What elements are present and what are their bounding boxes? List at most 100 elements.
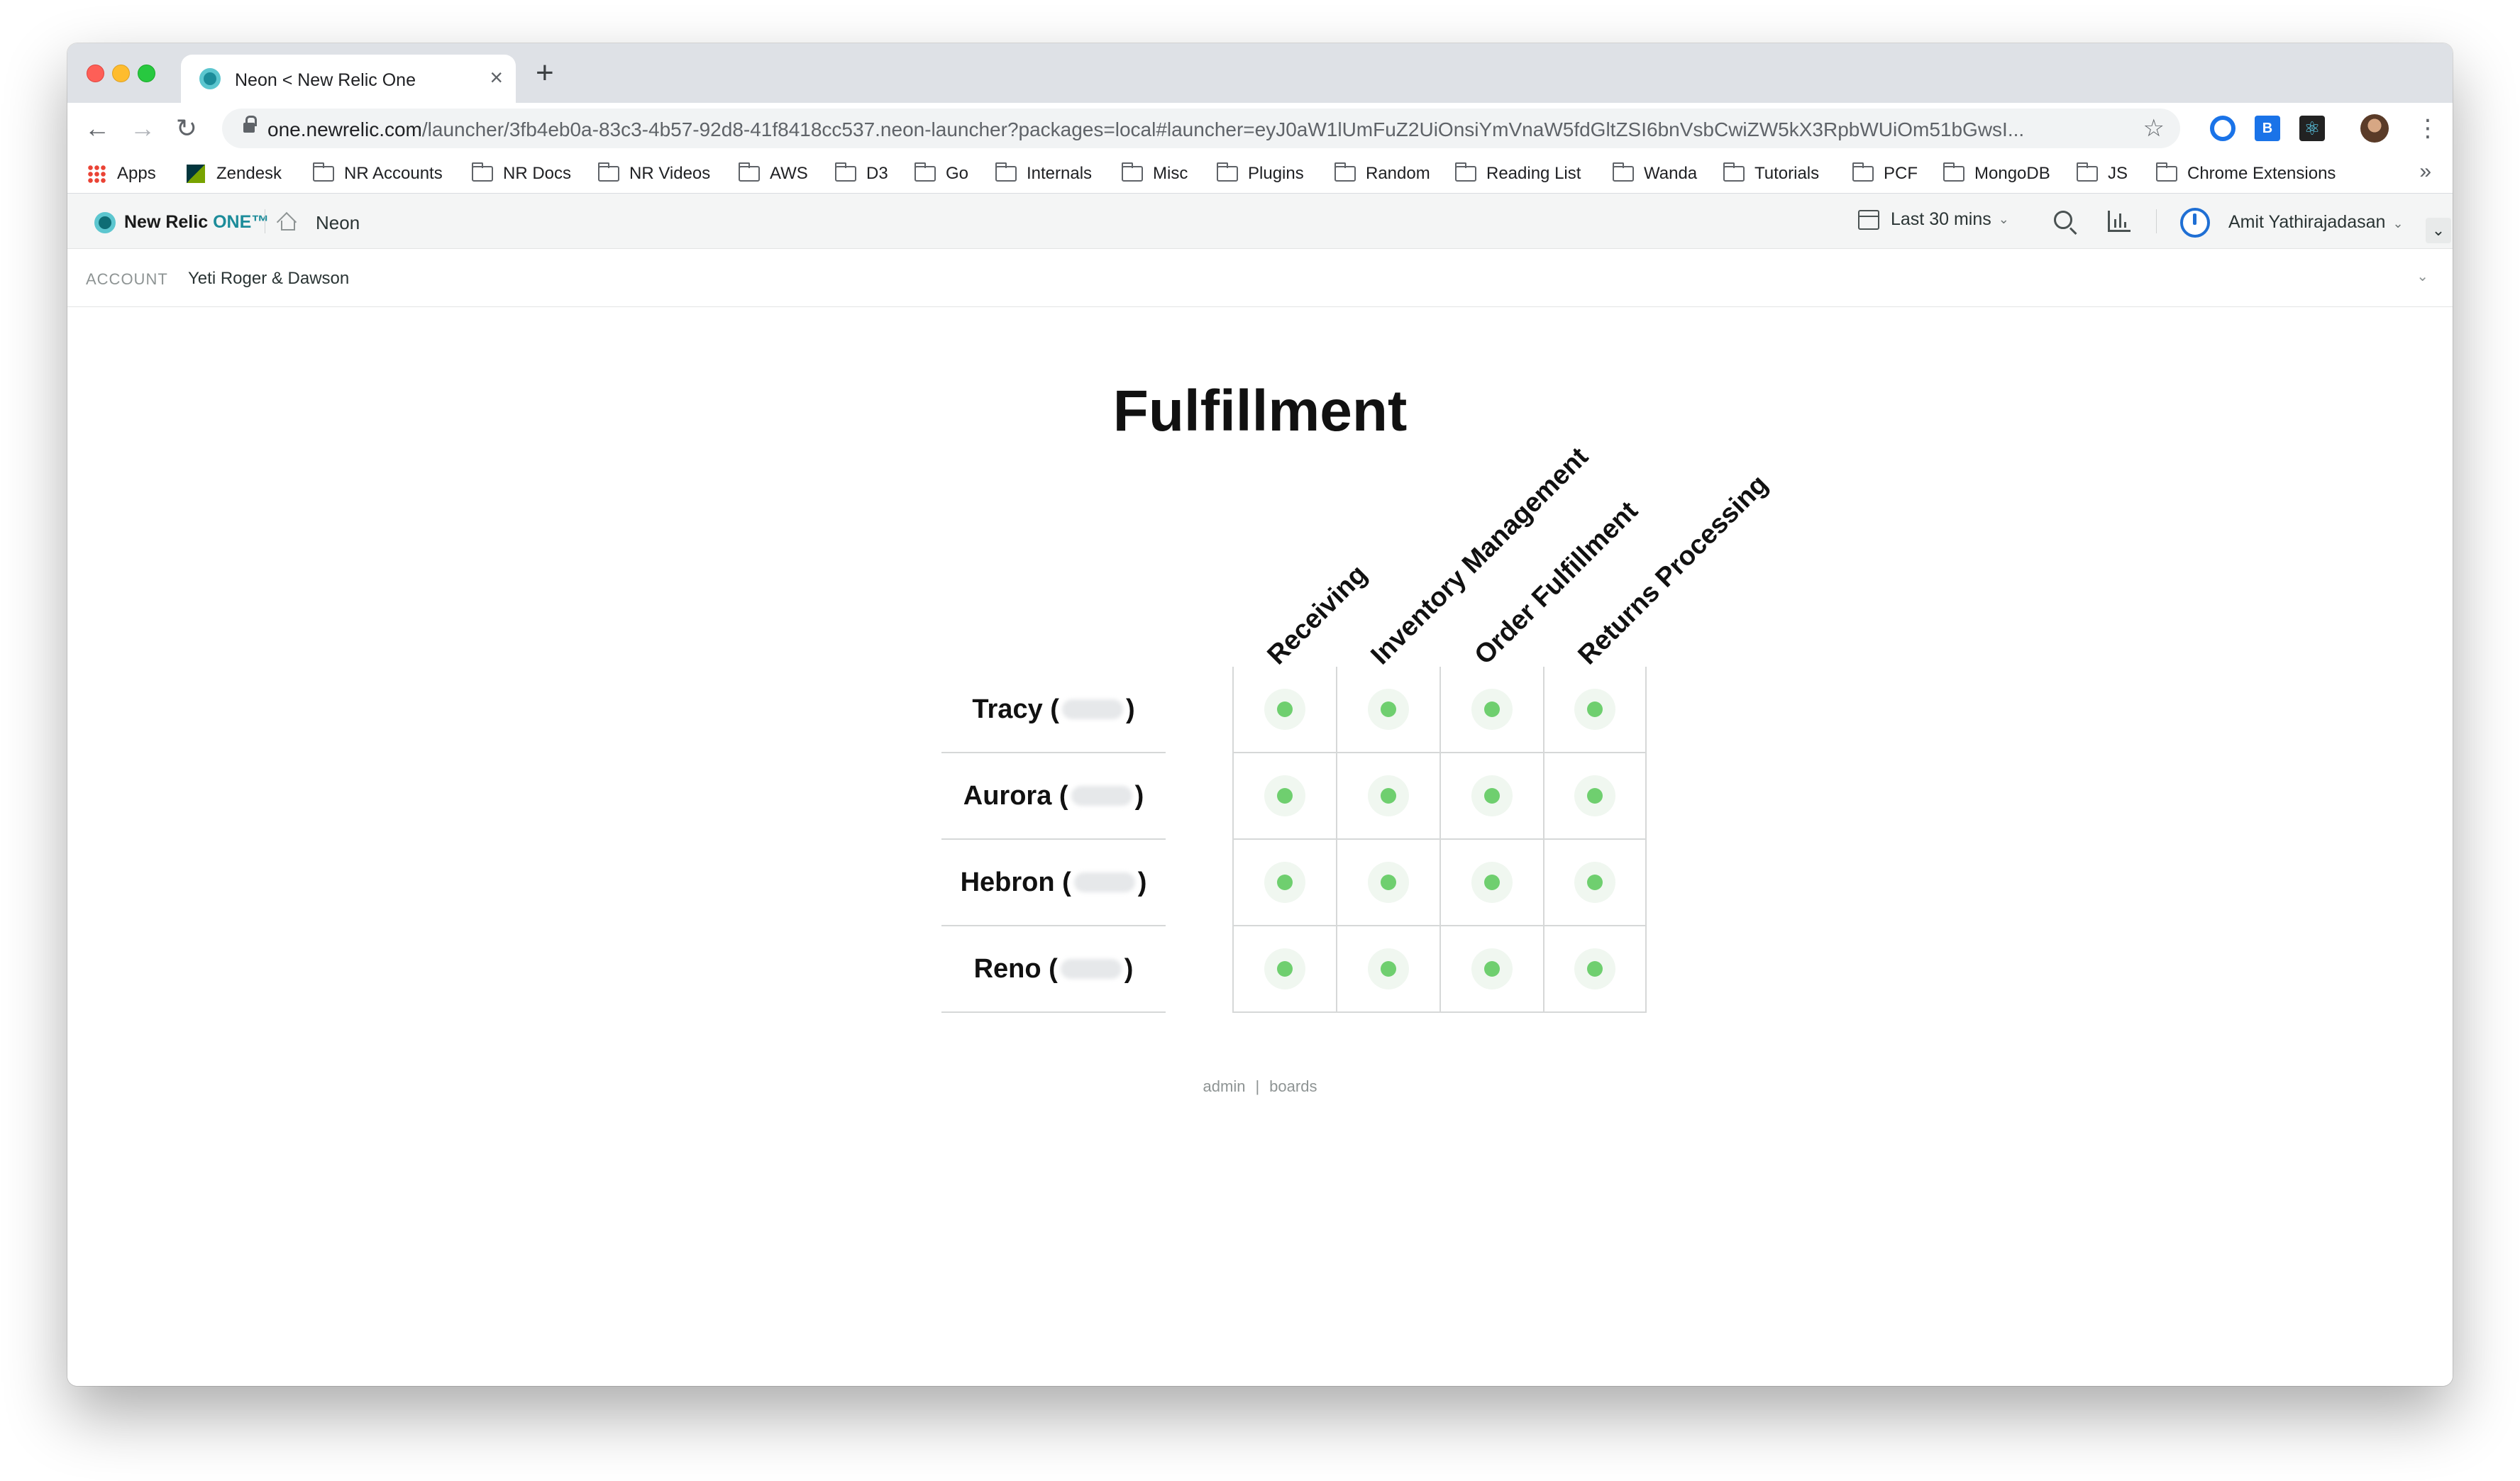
account-picker[interactable]: ACCOUNT Yeti Roger & Dawson ⌄: [67, 249, 2453, 307]
status-cell[interactable]: [1543, 840, 1647, 926]
admin-link[interactable]: admin: [1203, 1077, 1246, 1095]
status-cell[interactable]: [1439, 926, 1543, 1013]
bookmark-folder[interactable]: JS: [2077, 161, 2128, 187]
bookmarks-overflow-button[interactable]: »: [2419, 160, 2431, 184]
back-arrow-icon[interactable]: ←: [82, 113, 113, 144]
status-dot-ok: [1277, 788, 1293, 804]
status-cell[interactable]: [1232, 926, 1336, 1013]
status-cell[interactable]: [1232, 753, 1336, 840]
status-cell[interactable]: [1336, 667, 1439, 753]
address-bar[interactable]: one.newrelic.com/launcher/3fb4eb0a-83c3-…: [222, 109, 2180, 148]
status-cell[interactable]: [1336, 840, 1439, 926]
bookmark-folder[interactable]: D3: [835, 161, 888, 187]
status-cell[interactable]: [1336, 753, 1439, 840]
query-builder-chart-icon[interactable]: [2108, 211, 2131, 232]
bookmark-folder[interactable]: Wanda: [1613, 161, 1697, 187]
lock-icon[interactable]: [243, 116, 257, 135]
status-cell[interactable]: [1543, 753, 1647, 840]
row-label-tracy: Tracy (): [941, 667, 1166, 753]
redacted-id: [1060, 959, 1122, 979]
boards-link[interactable]: boards: [1269, 1077, 1317, 1095]
new-relic-logo-icon[interactable]: [94, 212, 116, 233]
footer-separator: |: [1255, 1077, 1260, 1095]
calendar-icon: [1858, 209, 1879, 230]
footer-links: admin | boards: [67, 1077, 2453, 1096]
folder-icon: [2077, 162, 2098, 182]
bookmark-folder[interactable]: Misc: [1122, 161, 1188, 187]
url-text[interactable]: one.newrelic.com/launcher/3fb4eb0a-83c3-…: [267, 118, 2105, 141]
redacted-id: [1073, 872, 1135, 892]
bookmark-apps[interactable]: Apps: [87, 161, 156, 187]
forward-arrow-icon[interactable]: →: [127, 113, 158, 144]
browser-window: Neon < New Relic One × + ← → ↻ one.newre…: [67, 43, 2453, 1386]
extension-video-icon[interactable]: B: [2255, 116, 2280, 141]
user-menu[interactable]: Amit Yathirajadasan ⌄: [2228, 212, 2404, 233]
bookmark-folder[interactable]: Random: [1334, 161, 1430, 187]
react-devtools-icon[interactable]: ⚛: [2299, 116, 2325, 141]
bookmarks-bar: Apps Zendesk NR Accounts NR Docs NR Vide…: [67, 154, 2453, 194]
bookmark-folder[interactable]: NR Accounts: [313, 161, 443, 187]
bookmark-folder[interactable]: Plugins: [1217, 161, 1304, 187]
row-label-reno: Reno (): [941, 926, 1166, 1013]
folder-icon: [1852, 162, 1874, 182]
status-grid: Receiving Inventory Management Order Ful…: [941, 307, 1774, 1016]
bookmark-folder[interactable]: Go: [914, 161, 968, 187]
bookmark-folder[interactable]: NR Docs: [472, 161, 571, 187]
breadcrumb[interactable]: Neon: [316, 212, 360, 234]
bookmark-folder[interactable]: Chrome Extensions: [2156, 161, 2336, 187]
new-tab-button[interactable]: +: [536, 55, 554, 91]
browser-menu-icon[interactable]: ⋮: [2416, 113, 2440, 144]
bookmark-folder[interactable]: Tutorials: [1723, 161, 1819, 187]
status-cell[interactable]: [1232, 667, 1336, 753]
profile-avatar[interactable]: [2360, 114, 2389, 143]
new-relic-logo[interactable]: New Relic ONE™: [124, 212, 269, 233]
url-host: one.newrelic.com: [267, 118, 422, 140]
status-cell[interactable]: [1543, 667, 1647, 753]
folder-icon: [1455, 162, 1476, 182]
status-dot-ok: [1277, 875, 1293, 890]
status-dot-ok: [1381, 961, 1396, 977]
browser-tab-active[interactable]: Neon < New Relic One ×: [181, 55, 516, 103]
minimize-window-button[interactable]: [112, 65, 130, 82]
bookmark-folder[interactable]: Internals: [995, 161, 1092, 187]
bookmark-folder[interactable]: AWS: [739, 161, 808, 187]
status-cell[interactable]: [1439, 667, 1543, 753]
reload-icon[interactable]: ↻: [171, 113, 202, 144]
redacted-id: [1071, 786, 1132, 806]
bookmark-star-icon[interactable]: ☆: [2143, 114, 2165, 143]
home-icon[interactable]: [277, 212, 296, 231]
bookmark-folder[interactable]: MongoDB: [1943, 161, 2050, 187]
chevron-down-icon: ⌄: [1998, 212, 2009, 226]
search-icon[interactable]: [2054, 211, 2072, 229]
divider: [2156, 209, 2157, 233]
status-cell[interactable]: [1232, 840, 1336, 926]
folder-icon: [313, 162, 334, 182]
status-dot-ok: [1484, 875, 1500, 890]
bookmark-zendesk[interactable]: Zendesk: [187, 161, 282, 187]
status-cell[interactable]: [1336, 926, 1439, 1013]
status-dot-ok: [1587, 788, 1603, 804]
maximize-window-button[interactable]: [138, 65, 155, 82]
tab-close-icon[interactable]: ×: [490, 65, 503, 90]
folder-icon: [1943, 162, 1964, 182]
bookmark-folder[interactable]: PCF: [1852, 161, 1918, 187]
status-cell[interactable]: [1543, 926, 1647, 1013]
folder-icon: [1613, 162, 1634, 182]
browser-toolbar: ← → ↻ one.newrelic.com/launcher/3fb4eb0a…: [67, 103, 2453, 154]
status-cell[interactable]: [1439, 840, 1543, 926]
bookmark-folder[interactable]: Reading List: [1455, 161, 1581, 187]
status-cell[interactable]: [1439, 753, 1543, 840]
close-window-button[interactable]: [87, 65, 104, 82]
column-header-inventory-management: Inventory Management: [1365, 441, 1594, 671]
bookmark-folder[interactable]: NR Videos: [598, 161, 710, 187]
extension-circle-icon[interactable]: [2210, 116, 2236, 141]
folder-icon: [995, 162, 1017, 182]
chevron-down-icon[interactable]: ⌄: [2416, 267, 2428, 285]
time-range-picker[interactable]: Last 30 mins ⌄: [1858, 209, 2009, 230]
folder-icon: [914, 162, 936, 182]
folder-icon: [1723, 162, 1745, 182]
account-name[interactable]: Yeti Roger & Dawson: [188, 269, 349, 289]
collapse-header-button[interactable]: ⌄: [2426, 218, 2451, 243]
user-power-icon[interactable]: [2180, 208, 2210, 238]
folder-icon: [739, 162, 760, 182]
